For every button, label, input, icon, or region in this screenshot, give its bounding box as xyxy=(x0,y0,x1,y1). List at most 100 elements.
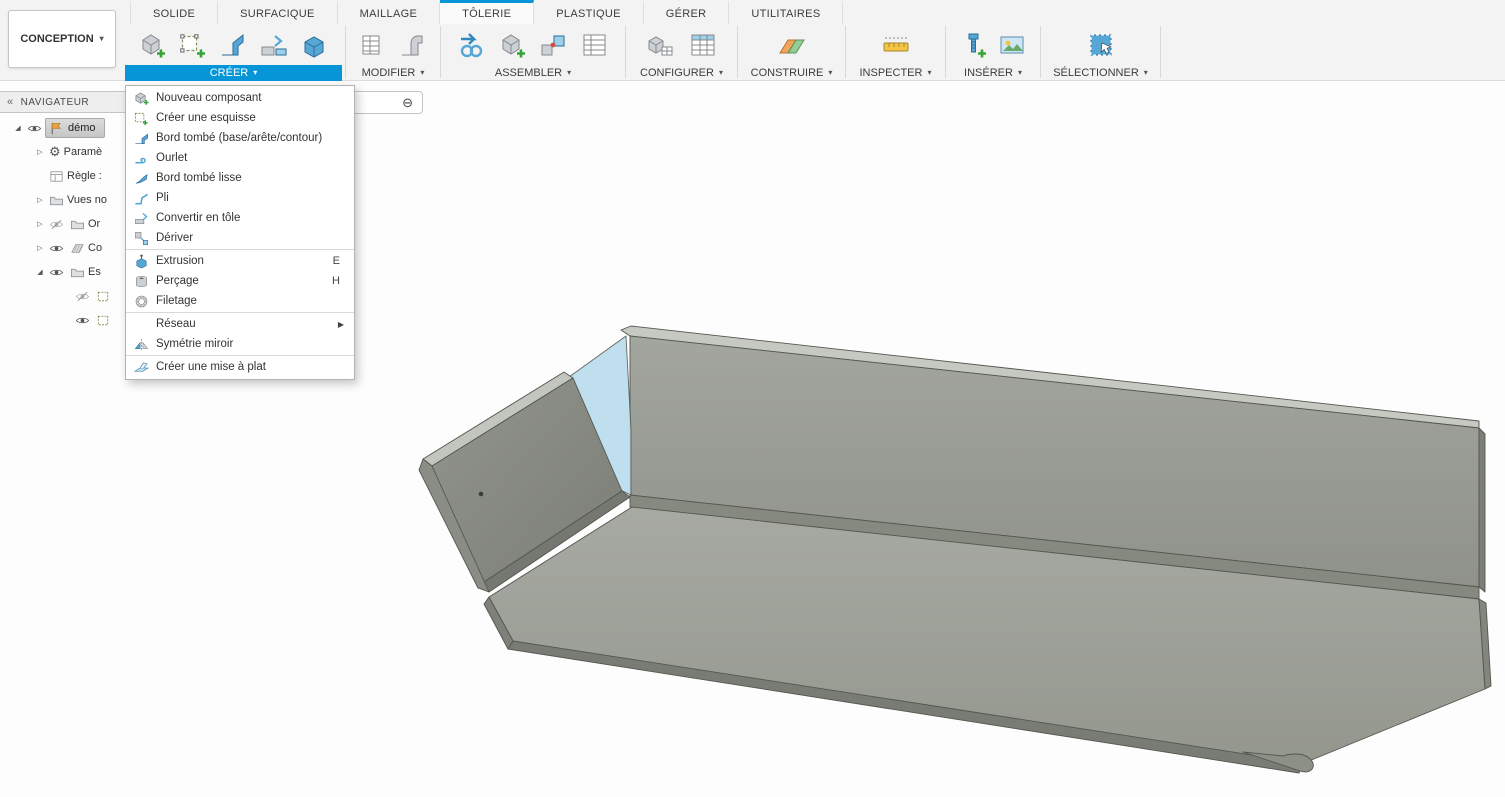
root-document-pill[interactable]: démo xyxy=(45,118,105,138)
group-separator xyxy=(1160,26,1161,78)
eye-hidden-icon[interactable] xyxy=(75,289,90,304)
new-component-icon[interactable] xyxy=(137,29,169,61)
new-component-assemble-icon[interactable] xyxy=(497,29,529,61)
tree-collapsed-icon[interactable]: ▷ xyxy=(34,148,46,156)
create-dropdown-menu: Nouveau composant Créer une esquisse Bor… xyxy=(125,85,355,380)
group-separator xyxy=(440,26,441,78)
joint-icon[interactable] xyxy=(537,29,569,61)
circled-minus-icon[interactable]: ⊖ xyxy=(402,96,413,109)
tab-label: SOLIDE xyxy=(153,8,195,20)
toolbar-group-configurer: CONFIGURER ▾ xyxy=(628,24,735,81)
tree-item-sketch-1[interactable] xyxy=(0,284,125,308)
menu-item-symetrie-miroir[interactable]: Symétrie miroir xyxy=(126,334,354,354)
tree-item-vues-nommees[interactable]: ▷ Vues no xyxy=(0,188,125,212)
toolbar-group-inspecter: INSPECTER ▾ xyxy=(848,24,943,81)
tree-item-root[interactable]: ◢ démo xyxy=(0,116,125,140)
menu-item-bord-tombe-lisse[interactable]: Bord tombé lisse xyxy=(126,168,354,188)
insert-canvas-icon[interactable] xyxy=(996,29,1028,61)
extrude-solid-icon[interactable] xyxy=(298,29,330,61)
toolbar-group-creer: CRÉER ▾ xyxy=(125,24,342,81)
construction-plane-icon[interactable] xyxy=(776,29,808,61)
sheet-metal-rule-icon[interactable] xyxy=(358,29,390,61)
convert-to-sheet-metal-icon[interactable] xyxy=(258,29,290,61)
modifier-icons xyxy=(348,24,438,65)
eye-visible-icon[interactable] xyxy=(27,121,42,136)
menu-item-label: Dériver xyxy=(156,232,346,244)
group-dropdown-modifier[interactable]: MODIFIER ▾ xyxy=(348,65,438,81)
group-dropdown-inspecter[interactable]: INSPECTER ▾ xyxy=(848,65,943,81)
eye-visible-icon[interactable] xyxy=(75,313,90,328)
tab-tolerie[interactable]: TÔLERIE xyxy=(440,0,534,24)
group-dropdown-construire[interactable]: CONSTRUIRE ▾ xyxy=(740,65,843,81)
eye-visible-icon[interactable] xyxy=(49,265,64,280)
wall-right-edge xyxy=(1479,428,1485,592)
tab-utilitaires[interactable]: UTILITAIRES xyxy=(729,0,843,24)
insert-derive-icon[interactable] xyxy=(456,29,488,61)
tree-item-parametres[interactable]: ▷ ⚙ Paramè xyxy=(0,140,125,164)
menu-item-filetage[interactable]: Filetage xyxy=(126,291,354,311)
tab-surfacique[interactable]: SURFACIQUE xyxy=(218,0,338,24)
sketch-icon xyxy=(96,313,111,328)
collapse-panel-icon[interactable]: « xyxy=(7,96,14,108)
tree-item-regle[interactable]: Règle : xyxy=(0,164,125,188)
menu-item-ourlet[interactable]: Ourlet xyxy=(126,148,354,168)
menu-item-creer-une-mise-a-plat[interactable]: Créer une mise à plat xyxy=(126,357,354,377)
tree-collapsed-icon[interactable]: ▷ xyxy=(34,220,46,228)
toolbar-area: CONCEPTION ▾ SOLIDE SURFACIQUE MAILLAGE … xyxy=(0,0,1505,81)
menu-item-reseau[interactable]: Réseau ▶ xyxy=(126,314,354,334)
tree-collapsed-icon[interactable]: ▷ xyxy=(34,196,46,204)
ribbon-tabs: SOLIDE SURFACIQUE MAILLAGE TÔLERIE PLAST… xyxy=(130,0,843,24)
insert-fastener-icon[interactable] xyxy=(958,29,990,61)
group-dropdown-creer[interactable]: CRÉER ▾ xyxy=(125,65,342,81)
document-flag-icon xyxy=(49,121,64,136)
configurer-icons xyxy=(628,24,735,65)
measure-icon[interactable] xyxy=(880,29,912,61)
shortcut-label: E xyxy=(333,255,346,267)
tab-maillage[interactable]: MAILLAGE xyxy=(338,0,440,24)
configuration-icon[interactable] xyxy=(644,29,676,61)
eye-visible-icon[interactable] xyxy=(49,241,64,256)
unfold-icon[interactable] xyxy=(396,29,428,61)
menu-item-label: Extrusion xyxy=(156,255,326,267)
menu-item-extrusion[interactable]: Extrusion E xyxy=(126,251,354,271)
group-dropdown-assembler[interactable]: ASSEMBLER ▾ xyxy=(443,65,623,81)
tree-item-corps[interactable]: ▷ Co xyxy=(0,236,125,260)
group-dropdown-selectionner[interactable]: SÉLECTIONNER ▾ xyxy=(1043,65,1158,81)
navigator-tree: ◢ démo ▷ ⚙ Paramè Règle : ▷ Vues no ▷ Or xyxy=(0,116,125,332)
new-component-icon xyxy=(134,91,149,106)
menu-item-convertir-en-tole[interactable]: Convertir en tôle xyxy=(126,208,354,228)
eye-hidden-icon[interactable] xyxy=(49,217,64,232)
tree-expanded-icon[interactable]: ◢ xyxy=(34,268,46,276)
tree-item-label: Règle : xyxy=(67,170,102,182)
tree-item-label: démo xyxy=(68,122,96,134)
flat-pattern-icon xyxy=(134,360,149,375)
menu-item-bord-tombe[interactable]: Bord tombé (base/arête/contour) xyxy=(126,128,354,148)
tab-plastique[interactable]: PLASTIQUE xyxy=(534,0,643,24)
tree-item-label: Vues no xyxy=(67,194,107,206)
thread-icon xyxy=(134,294,149,309)
tree-item-esquisses[interactable]: ◢ Es xyxy=(0,260,125,284)
tree-item-origine[interactable]: ▷ Or xyxy=(0,212,125,236)
group-dropdown-inserer[interactable]: INSÉRER ▾ xyxy=(948,65,1038,81)
group-separator xyxy=(625,26,626,78)
tab-gerer[interactable]: GÉRER xyxy=(644,0,730,24)
tree-item-sketch-2[interactable] xyxy=(0,308,125,332)
tab-solide[interactable]: SOLIDE xyxy=(130,0,218,24)
tab-label: PLASTIQUE xyxy=(556,8,620,20)
flange-icon[interactable] xyxy=(217,29,249,61)
bom-list-icon[interactable] xyxy=(578,29,610,61)
select-window-icon[interactable] xyxy=(1085,29,1117,61)
create-sketch-icon[interactable] xyxy=(177,29,209,61)
menu-item-pli[interactable]: Pli xyxy=(126,188,354,208)
menu-item-nouveau-composant[interactable]: Nouveau composant xyxy=(126,88,354,108)
menu-item-deriver[interactable]: Dériver xyxy=(126,228,354,248)
tree-collapsed-icon[interactable]: ▷ xyxy=(34,244,46,252)
folder-icon xyxy=(70,265,85,280)
group-dropdown-configurer[interactable]: CONFIGURER ▾ xyxy=(628,65,735,81)
menu-item-creer-une-esquisse[interactable]: Créer une esquisse xyxy=(126,108,354,128)
mirror-icon xyxy=(134,337,149,352)
tree-expanded-icon[interactable]: ◢ xyxy=(12,124,24,132)
configuration-table-icon[interactable] xyxy=(687,29,719,61)
menu-item-percage[interactable]: Perçage H xyxy=(126,271,354,291)
toolbar-group-construire: CONSTRUIRE ▾ xyxy=(740,24,843,81)
